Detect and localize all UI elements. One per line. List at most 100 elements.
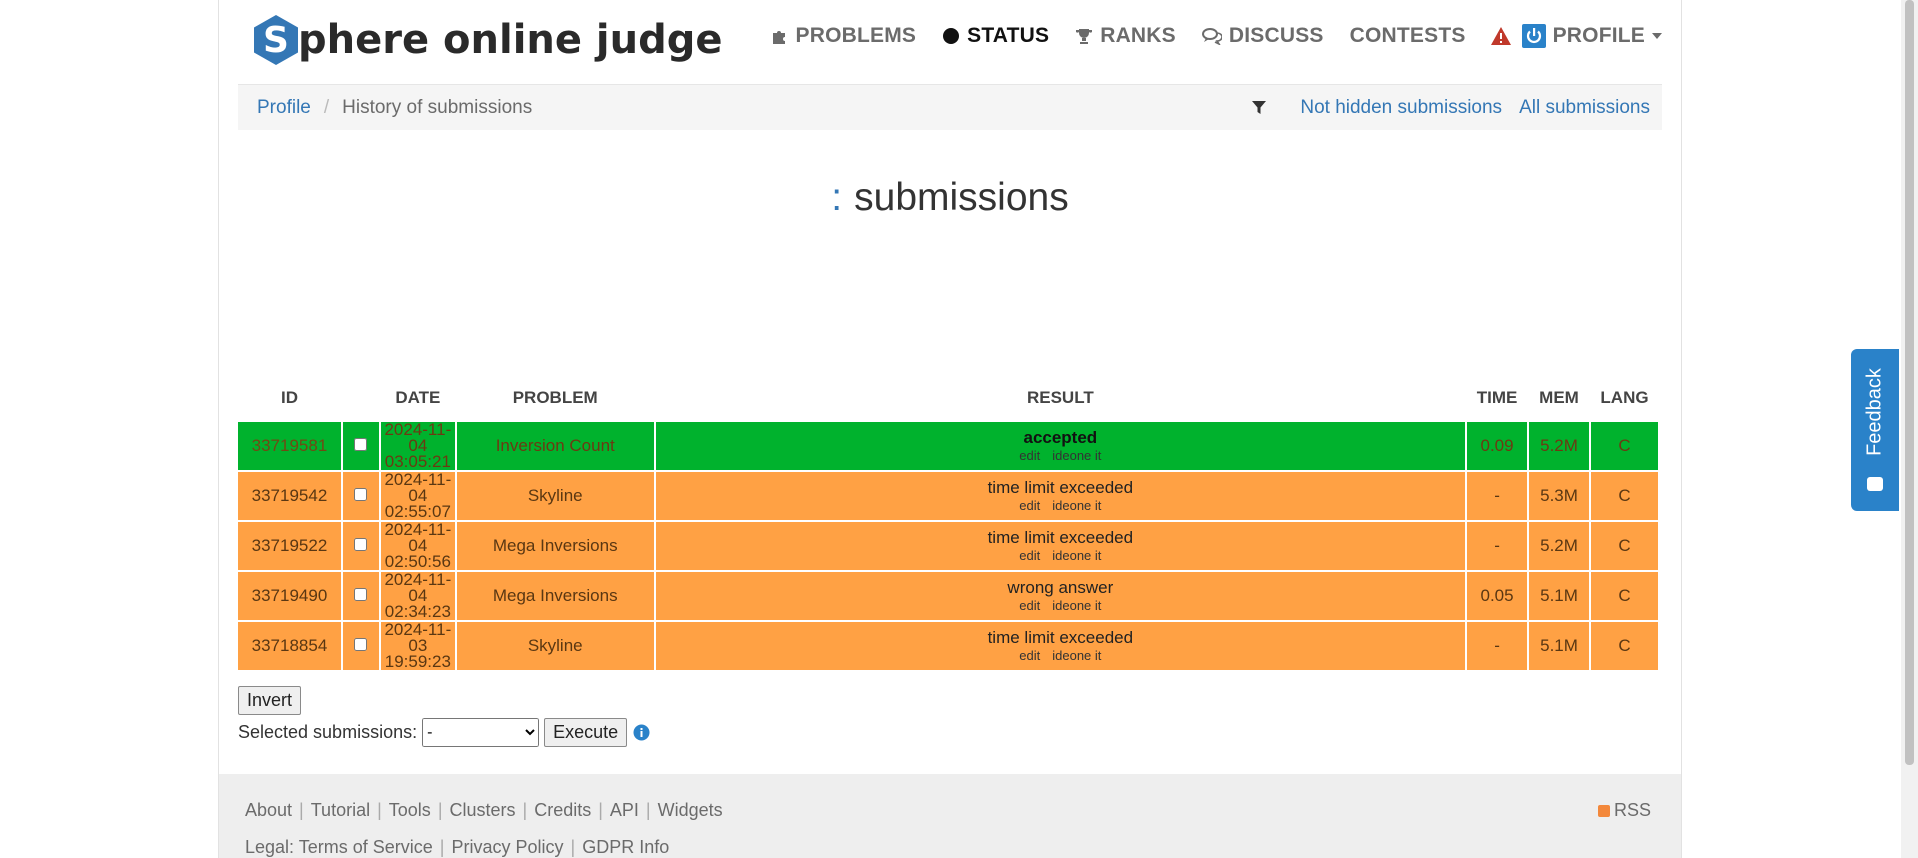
- not-hidden-submissions-link[interactable]: Not hidden submissions: [1300, 97, 1502, 119]
- header-id[interactable]: ID: [238, 376, 341, 420]
- edit-link[interactable]: edit: [1019, 598, 1040, 613]
- main-nav: PROBLEMS STATUS RANKS DISCUSS CONTESTS P…: [745, 24, 1662, 48]
- submission-id[interactable]: 33719581: [238, 422, 341, 470]
- nav-contests[interactable]: CONTESTS: [1350, 24, 1466, 48]
- edit-link[interactable]: edit: [1019, 498, 1040, 513]
- row-checkbox[interactable]: [354, 638, 368, 651]
- page-scrollbar[interactable]: [1901, 0, 1918, 858]
- nav-discuss-label: DISCUSS: [1228, 24, 1324, 47]
- submission-id[interactable]: 33718854: [238, 622, 341, 670]
- date-day: 2024-11-04: [384, 570, 452, 605]
- language: C: [1590, 472, 1658, 520]
- all-submissions-link[interactable]: All submissions: [1519, 97, 1650, 119]
- edit-link[interactable]: edit: [1019, 648, 1040, 663]
- invert-button[interactable]: Invert: [238, 686, 302, 715]
- row-checkbox[interactable]: [354, 438, 368, 451]
- footer-legal: Legal: Terms of Service | Privacy Policy | G…: [245, 837, 669, 858]
- legal-label: Legal:: [245, 837, 295, 857]
- breadcrumb-profile-link[interactable]: Profile: [257, 97, 311, 119]
- puzzle-icon: [771, 27, 789, 45]
- alert-button[interactable]: [1490, 26, 1512, 46]
- nav-problems[interactable]: PROBLEMS: [771, 24, 917, 48]
- footer-link-tools[interactable]: Tools: [389, 800, 431, 820]
- submission-id[interactable]: 33719490: [238, 572, 341, 620]
- site-header: S phere online judge PROBLEMS STATUS RAN…: [238, 0, 1662, 85]
- date-day: 2024-11-04: [384, 420, 452, 455]
- breadcrumb-current: History of submissions: [342, 96, 533, 118]
- footer-separator: |: [598, 800, 603, 820]
- result-text[interactable]: time limit exceeded: [656, 478, 1465, 498]
- header-problem[interactable]: PROBLEM: [457, 376, 654, 420]
- footer-link-api[interactable]: API: [610, 800, 639, 820]
- footer-link-widgets[interactable]: Widgets: [658, 800, 723, 820]
- footer-link-about[interactable]: About: [245, 800, 292, 820]
- submission-filters: Not hidden submissions All submissions: [1252, 85, 1650, 130]
- header-lang[interactable]: LANG: [1591, 376, 1658, 420]
- problem-name[interactable]: Mega Inversions: [456, 572, 654, 620]
- header-result[interactable]: RESULT: [656, 376, 1465, 420]
- footer-links: About | Tutorial | Tools | Clusters | Credits | AP…: [245, 800, 723, 821]
- footer-link-clusters[interactable]: Clusters: [450, 800, 516, 820]
- breadcrumb-bar: Profile / History of submissions Not hid…: [238, 85, 1662, 130]
- nav-problems-label: PROBLEMS: [795, 24, 917, 47]
- execute-button[interactable]: Execute: [544, 718, 628, 747]
- row-checkbox[interactable]: [354, 488, 368, 501]
- row-checkbox[interactable]: [354, 538, 368, 551]
- footer-separator: |: [522, 800, 528, 820]
- info-icon[interactable]: [633, 724, 650, 741]
- result-text[interactable]: time limit exceeded: [656, 528, 1465, 548]
- site-logo[interactable]: S phere online judge: [252, 14, 723, 66]
- language: C: [1590, 522, 1658, 570]
- submission-id[interactable]: 33719522: [238, 522, 341, 570]
- legal-link-0[interactable]: Terms of Service: [299, 837, 433, 857]
- edit-link[interactable]: edit: [1019, 548, 1040, 563]
- page-title: : submissions: [238, 176, 1662, 220]
- filter-icon: [1252, 100, 1267, 115]
- ideone-link[interactable]: ideone it: [1052, 448, 1101, 463]
- header-mem[interactable]: MEM: [1529, 376, 1589, 420]
- result-text[interactable]: accepted: [656, 428, 1465, 448]
- result-text[interactable]: time limit exceeded: [656, 628, 1465, 648]
- problem-name[interactable]: Mega Inversions: [456, 522, 654, 570]
- scrollbar-thumb[interactable]: [1905, 0, 1914, 765]
- problem-name[interactable]: Inversion Count: [456, 422, 654, 470]
- nav-status[interactable]: STATUS: [942, 24, 1049, 48]
- ideone-link[interactable]: ideone it: [1052, 598, 1101, 613]
- rss-link[interactable]: RSS: [1597, 800, 1651, 821]
- date-day: 2024-11-03: [384, 620, 452, 655]
- submission-id[interactable]: 33719542: [238, 472, 341, 520]
- legal-link-2[interactable]: GDPR Info: [582, 837, 669, 857]
- ideone-link[interactable]: ideone it: [1052, 498, 1101, 513]
- title-text: submissions: [854, 176, 1069, 219]
- memory: 5.2M: [1529, 422, 1589, 470]
- warning-icon: [1490, 26, 1512, 46]
- selected-submissions-label: Selected submissions:: [238, 722, 418, 742]
- footer-separator: |: [437, 800, 443, 820]
- table-row: 33719542 2024-11-04 02:55:07 Skyline time li…: [238, 471, 1658, 520]
- memory: 5.1M: [1529, 572, 1589, 620]
- footer-separator: |: [299, 800, 304, 820]
- nav-ranks[interactable]: RANKS: [1075, 24, 1176, 48]
- header-date[interactable]: DATE: [381, 376, 455, 420]
- feedback-label: Feedback: [1863, 368, 1886, 456]
- memory: 5.3M: [1529, 472, 1589, 520]
- problem-name[interactable]: Skyline: [456, 472, 654, 520]
- footer-link-tutorial[interactable]: Tutorial: [311, 800, 370, 820]
- header-time[interactable]: TIME: [1467, 376, 1527, 420]
- nav-discuss[interactable]: DISCUSS: [1201, 24, 1324, 48]
- edit-link[interactable]: edit: [1019, 448, 1040, 463]
- bulk-action-select[interactable]: -: [422, 718, 540, 747]
- ideone-link[interactable]: ideone it: [1052, 648, 1101, 663]
- logo-letter: S: [263, 20, 289, 61]
- feedback-tab[interactable]: Feedback: [1851, 349, 1899, 511]
- ideone-link[interactable]: ideone it: [1052, 548, 1101, 563]
- legal-link-1[interactable]: Privacy Policy: [451, 837, 563, 857]
- row-checkbox[interactable]: [354, 588, 368, 601]
- submission-date: 2024-11-04 02:55:07: [380, 471, 455, 520]
- run-time: 0.05: [1467, 572, 1528, 620]
- nav-profile[interactable]: PROFILE: [1521, 24, 1662, 48]
- problem-name[interactable]: Skyline: [456, 622, 654, 670]
- result-text[interactable]: wrong answer: [656, 578, 1465, 598]
- footer-link-credits[interactable]: Credits: [534, 800, 591, 820]
- nav-contests-label: CONTESTS: [1349, 24, 1466, 47]
